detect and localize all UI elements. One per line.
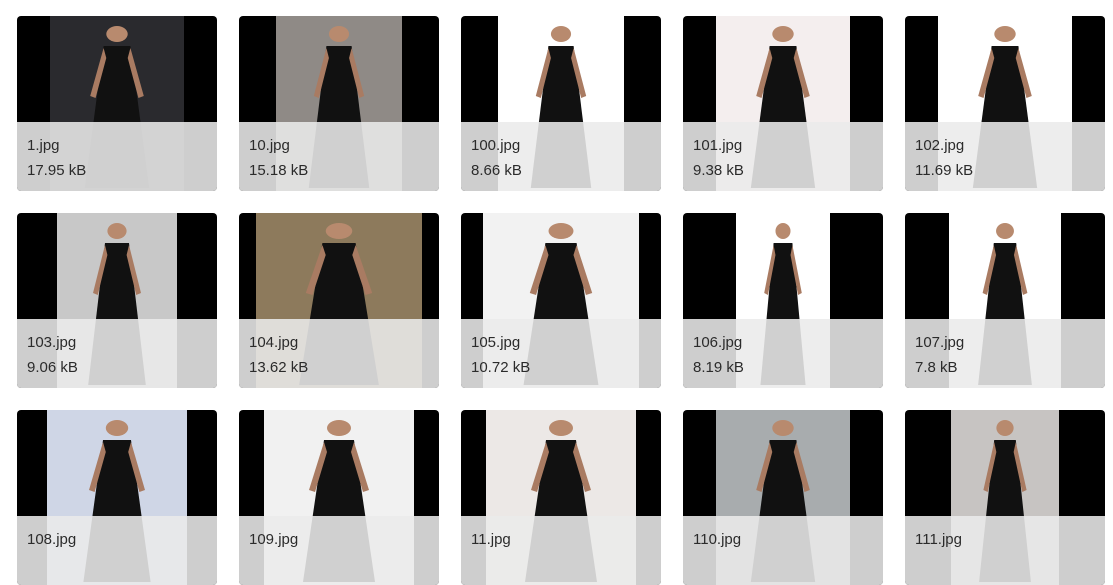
file-caption: 11.jpg xyxy=(461,516,661,585)
file-size: 10.72 kB xyxy=(471,359,531,376)
file-caption: 103.jpg 9.06 kB xyxy=(17,319,217,388)
file-card[interactable]: 111.jpg xyxy=(905,410,1105,585)
file-caption: 108.jpg xyxy=(17,516,217,585)
file-card[interactable]: 101.jpg 9.38 kB xyxy=(683,16,883,191)
file-card[interactable]: 100.jpg 8.66 kB xyxy=(461,16,661,191)
file-card[interactable]: 109.jpg xyxy=(239,410,439,585)
file-name: 106.jpg xyxy=(693,334,743,351)
file-caption: 100.jpg 8.66 kB xyxy=(461,122,661,191)
file-name: 100.jpg xyxy=(471,137,521,154)
file-size: 9.06 kB xyxy=(27,359,78,376)
file-name: 102.jpg xyxy=(915,137,965,154)
file-size: 11.69 kB xyxy=(915,162,974,179)
file-caption: 111.jpg xyxy=(905,516,1105,585)
file-name: 103.jpg xyxy=(27,334,77,351)
file-caption: 105.jpg 10.72 kB xyxy=(461,319,661,388)
file-caption: 102.jpg 11.69 kB xyxy=(905,122,1105,191)
file-caption: 104.jpg 13.62 kB xyxy=(239,319,439,388)
file-size: 8.66 kB xyxy=(471,162,522,179)
file-card[interactable]: 103.jpg 9.06 kB xyxy=(17,213,217,388)
file-card[interactable]: 108.jpg xyxy=(17,410,217,585)
file-size: 13.62 kB xyxy=(249,359,309,376)
file-name: 108.jpg xyxy=(27,531,77,548)
file-size: 9.38 kB xyxy=(693,162,744,179)
file-card[interactable]: 10.jpg 15.18 kB xyxy=(239,16,439,191)
file-name: 110.jpg xyxy=(693,531,742,548)
file-caption: 107.jpg 7.8 kB xyxy=(905,319,1105,388)
file-name: 107.jpg xyxy=(915,334,965,351)
file-grid: 1.jpg 17.95 kB 10.jpg 15.18 kB 100.jpg 8.66 k… xyxy=(17,16,1105,585)
file-name: 1.jpg xyxy=(27,137,60,154)
file-name: 101.jpg xyxy=(693,137,743,154)
file-size: 17.95 kB xyxy=(27,162,87,179)
file-caption: 1.jpg 17.95 kB xyxy=(17,122,217,191)
file-caption: 106.jpg 8.19 kB xyxy=(683,319,883,388)
file-card[interactable]: 104.jpg 13.62 kB xyxy=(239,213,439,388)
file-caption: 10.jpg 15.18 kB xyxy=(239,122,439,191)
file-name: 104.jpg xyxy=(249,334,299,351)
file-card[interactable]: 110.jpg xyxy=(683,410,883,585)
file-name: 10.jpg xyxy=(249,137,290,154)
file-caption: 101.jpg 9.38 kB xyxy=(683,122,883,191)
file-card[interactable]: 106.jpg 8.19 kB xyxy=(683,213,883,388)
file-caption: 110.jpg xyxy=(683,516,883,585)
file-card[interactable]: 107.jpg 7.8 kB xyxy=(905,213,1105,388)
file-card[interactable]: 105.jpg 10.72 kB xyxy=(461,213,661,388)
file-card[interactable]: 102.jpg 11.69 kB xyxy=(905,16,1105,191)
file-card[interactable]: 1.jpg 17.95 kB xyxy=(17,16,217,191)
file-name: 109.jpg xyxy=(249,531,299,548)
file-size: 7.8 kB xyxy=(915,359,958,376)
file-card[interactable]: 11.jpg xyxy=(461,410,661,585)
file-size: 15.18 kB xyxy=(249,162,309,179)
file-name: 11.jpg xyxy=(471,531,511,548)
file-name: 105.jpg xyxy=(471,334,521,351)
file-size: 8.19 kB xyxy=(693,359,744,376)
file-caption: 109.jpg xyxy=(239,516,439,585)
file-name: 111.jpg xyxy=(915,531,962,548)
